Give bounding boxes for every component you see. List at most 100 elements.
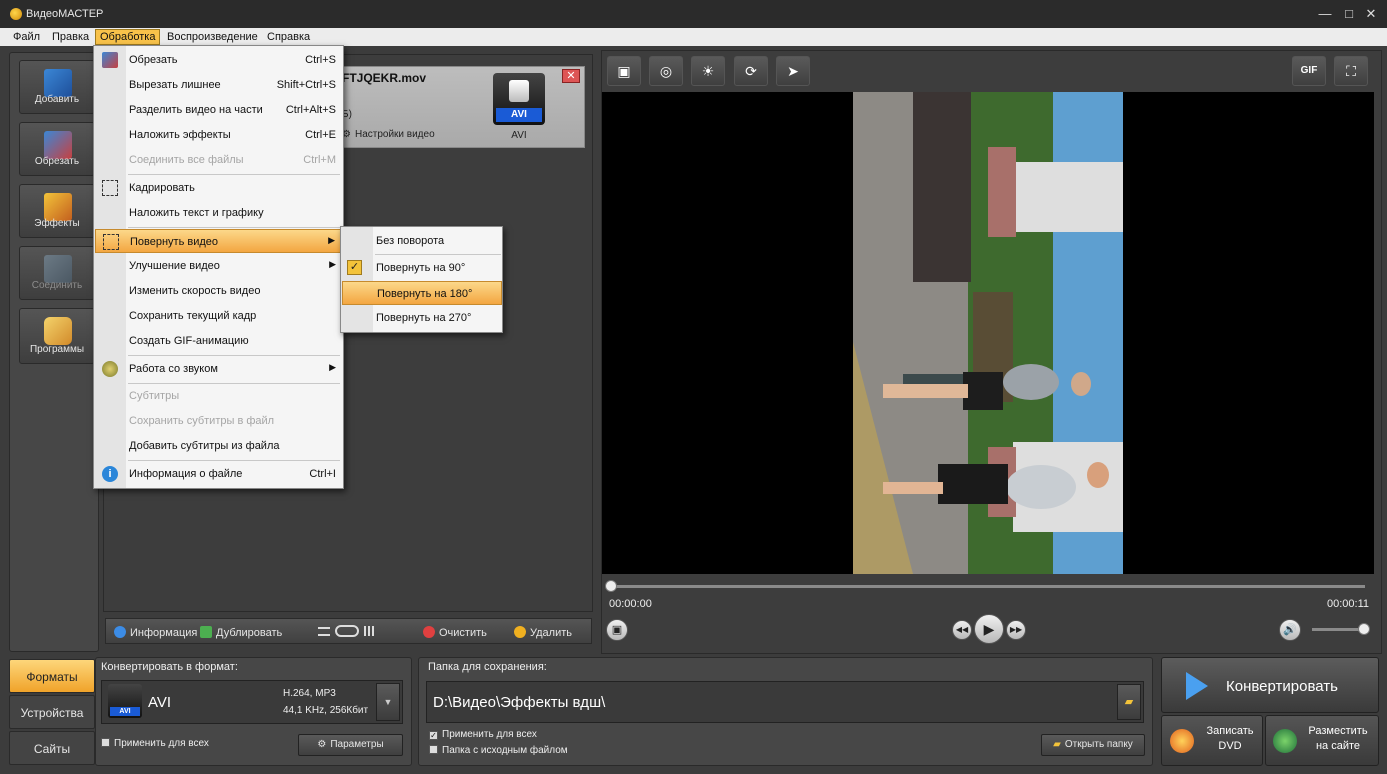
programs-icon xyxy=(44,317,72,345)
menu-item-file-info[interactable]: i Информация о файле Ctrl+I xyxy=(95,462,342,486)
menu-item-subtitles[interactable]: Субтитры xyxy=(95,384,342,408)
window-title: ВидеоМАСТЕР xyxy=(26,8,104,20)
globe-icon xyxy=(1273,729,1297,753)
menu-item-label: Соединить все файлы xyxy=(129,154,244,166)
menu-item-save-frame[interactable]: Сохранить текущий кадр xyxy=(95,304,342,328)
browse-folder-button[interactable]: ▰ xyxy=(1117,684,1141,720)
restore-button[interactable]: □ xyxy=(1338,4,1360,24)
view-toggle[interactable] xyxy=(318,625,376,637)
play-icon: ▶ xyxy=(983,621,995,637)
submenu-item-no-rotation[interactable]: Без поворота xyxy=(342,229,502,253)
add-button[interactable]: Добавить xyxy=(19,60,95,114)
menu-item-cut-extra[interactable]: Вырезать лишнее Shift+Ctrl+S xyxy=(95,73,342,97)
play-button[interactable]: ▶ xyxy=(974,614,1004,644)
brightness-tool-button[interactable]: ☀ xyxy=(691,56,725,86)
menu-item-label: Наложить текст и графику xyxy=(129,207,264,219)
submenu-item-label: Повернуть на 90° xyxy=(376,262,466,274)
menu-item-split[interactable]: Разделить видео на части Ctrl+Alt+S xyxy=(95,98,342,122)
avi-format-icon[interactable]: AVI xyxy=(493,73,545,125)
parameters-button[interactable]: ⚙ Параметры xyxy=(298,734,403,756)
menu-item-text-graphics[interactable]: Наложить текст и графику xyxy=(95,201,342,225)
convert-button[interactable]: Конвертировать xyxy=(1161,657,1379,713)
prev-button[interactable]: ◀◀ xyxy=(952,620,972,640)
gif-button[interactable]: GIF xyxy=(1292,56,1326,86)
file-name: FTJQEKR.mov xyxy=(342,71,427,85)
menu-separator xyxy=(128,460,340,461)
menu-item-speed[interactable]: Изменить скорость видео xyxy=(95,279,342,303)
volume-slider[interactable] xyxy=(1312,628,1362,631)
open-folder-label: Открыть папку xyxy=(1064,739,1133,750)
menu-item-label: Обрезать xyxy=(129,54,178,66)
menu-item-add-subtitles[interactable]: Добавить субтитры из файла xyxy=(95,434,342,458)
menu-help[interactable]: Справка xyxy=(263,29,314,45)
magic-wand-icon xyxy=(44,193,72,221)
save-path: D:\Видео\Эффекты вдш\ xyxy=(433,694,606,711)
effects-label: Эффекты xyxy=(34,218,80,229)
parameters-label: Параметры xyxy=(330,739,384,750)
volume-handle[interactable] xyxy=(1358,623,1370,635)
menu-item-trim[interactable]: Обрезать Ctrl+S xyxy=(95,48,342,72)
menu-playback[interactable]: Воспроизведение xyxy=(163,29,262,45)
close-window-button[interactable]: ✕ xyxy=(1360,4,1382,24)
menu-item-crop[interactable]: Кадрировать xyxy=(95,176,342,200)
apply-all-save-checkbox[interactable]: ✓ Применить для всех xyxy=(429,729,537,740)
open-folder-button[interactable]: ▰ Открыть папку xyxy=(1041,734,1145,756)
format-selector[interactable] xyxy=(101,680,403,724)
cut-button[interactable]: Обрезать xyxy=(19,122,95,176)
menu-processing[interactable]: Обработка xyxy=(95,29,161,45)
menu-separator xyxy=(375,254,501,255)
effects-button[interactable]: Эффекты xyxy=(19,184,95,238)
submenu-item-rotate-90[interactable]: ✓ Повернуть на 90° xyxy=(342,256,502,280)
menu-item-enhance[interactable]: Улучшение видео ▶ xyxy=(95,254,342,278)
rotate-tool-button[interactable]: ⟳ xyxy=(734,56,768,86)
join-label: Соединить xyxy=(31,280,83,291)
menu-item-label: Вырезать лишнее xyxy=(129,79,221,91)
menu-item-save-subtitles[interactable]: Сохранить субтитры в файл xyxy=(95,409,342,433)
burn-dvd-button[interactable]: Записать DVD xyxy=(1161,715,1263,766)
duplicate-button[interactable]: Дублировать xyxy=(200,626,282,639)
delete-label: Удалить xyxy=(530,627,572,639)
info-icon: i xyxy=(102,466,118,482)
apply-all-checkbox[interactable]: Применить для всех xyxy=(101,738,209,749)
clear-icon xyxy=(423,626,435,638)
publish-button[interactable]: Разместить на сайте xyxy=(1265,715,1379,766)
seek-bar[interactable] xyxy=(609,585,1365,588)
menu-item-audio[interactable]: Работа со звуком ▶ xyxy=(95,357,342,381)
effects-tool-button[interactable]: ◎ xyxy=(649,56,683,86)
brightness-icon: ☀ xyxy=(701,63,715,79)
seek-handle[interactable] xyxy=(605,580,617,592)
submenu-item-rotate-270[interactable]: Повернуть на 270° xyxy=(342,306,502,330)
clear-button[interactable]: Очистить xyxy=(423,626,487,639)
tab-devices[interactable]: Устройства xyxy=(9,695,95,729)
save-folder-label: Папка для сохранения: xyxy=(428,661,547,673)
menu-edit[interactable]: Правка xyxy=(48,29,93,45)
delete-button[interactable]: Удалить xyxy=(514,626,572,639)
menu-separator xyxy=(128,355,340,356)
speed-tool-button[interactable]: ➤ xyxy=(776,56,810,86)
menu-item-rotate[interactable]: Повернуть видео ▶ xyxy=(95,229,342,253)
publish-label-1: Разместить xyxy=(1308,725,1368,737)
format-dropdown-button[interactable]: ▼ xyxy=(376,683,400,721)
menu-item-join-all[interactable]: Соединить все файлы Ctrl+M xyxy=(95,148,342,172)
crop-tool-button[interactable]: ▣ xyxy=(607,56,641,86)
source-folder-checkbox[interactable]: Папка с исходным файлом xyxy=(429,745,568,756)
next-button[interactable]: ▶▶ xyxy=(1006,620,1026,640)
add-label: Добавить xyxy=(34,94,80,105)
programs-button[interactable]: Программы xyxy=(19,308,95,364)
remove-file-button[interactable]: ✕ xyxy=(562,69,580,83)
video-settings-link[interactable]: ⚙ Настройки видео xyxy=(342,129,435,140)
tab-sites[interactable]: Сайты xyxy=(9,731,95,765)
tab-formats[interactable]: Форматы xyxy=(9,659,95,693)
menu-item-label: Наложить эффекты xyxy=(129,129,231,141)
join-button[interactable]: Соединить xyxy=(19,246,95,300)
menu-file[interactable]: Файл xyxy=(9,29,44,45)
menu-item-label: Информация о файле xyxy=(129,468,243,480)
minimize-button[interactable]: — xyxy=(1314,4,1336,24)
volume-button[interactable]: 🔊 xyxy=(1279,619,1301,641)
menu-item-gif[interactable]: Создать GIF-анимацию xyxy=(95,329,342,353)
snapshot-button[interactable]: ▣ xyxy=(606,619,628,641)
submenu-item-rotate-180[interactable]: Повернуть на 180° xyxy=(342,281,502,305)
menu-item-effects[interactable]: Наложить эффекты Ctrl+E xyxy=(95,123,342,147)
info-button[interactable]: Информация xyxy=(114,626,197,639)
fullscreen-button[interactable]: ⛶ xyxy=(1334,56,1368,86)
